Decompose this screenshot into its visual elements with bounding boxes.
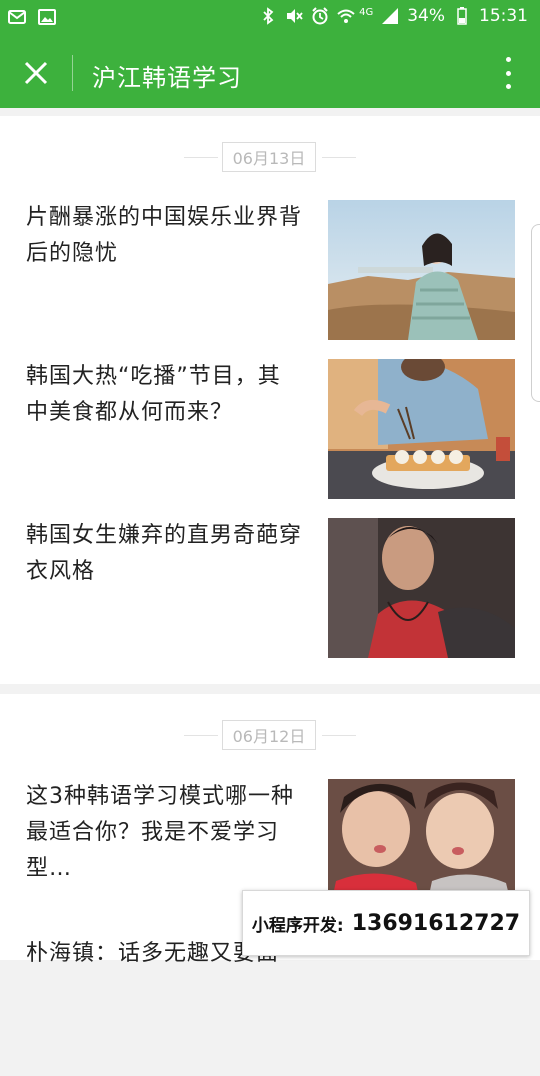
article-item[interactable]: 韩国大热“吃播”节目，其中美食都从何而来？	[0, 359, 540, 499]
article-item[interactable]: 朴海镇：话多无趣又要面	[0, 936, 540, 1076]
signal-icon	[381, 7, 399, 25]
article-title: 片酬暴涨的中国娱乐业界背后的隐忧	[26, 205, 303, 266]
nav-divider	[72, 55, 73, 91]
date-divider	[322, 735, 356, 736]
article-thumbnail	[328, 518, 515, 658]
mute-icon	[285, 7, 303, 25]
article-item[interactable]: 片酬暴涨的中国娱乐业界背后的隐忧	[0, 200, 540, 340]
article-title: 这3种韩语学习模式哪一种最适合你？我是不爱学习型…	[26, 784, 294, 881]
date-row: 06月13日	[0, 142, 540, 174]
article-group-card: 06月13日 片酬暴涨的中国娱乐业界背后的隐忧 韩国大热“吃播”节目，其中美食都…	[0, 116, 540, 684]
nav-bar: 沪江韩语学习	[0, 38, 540, 108]
promo-banner[interactable]: 小程序开发: 13691612727	[242, 890, 530, 956]
network-type-label: 4G	[359, 6, 374, 18]
date-badge: 06月12日	[222, 720, 316, 750]
status-bar: 4G 34% 15:31	[0, 0, 540, 38]
battery-icon	[453, 7, 471, 25]
article-thumbnail	[328, 359, 515, 499]
promo-phone: 13691612727	[351, 910, 521, 936]
page-title: 沪江韩语学习	[92, 64, 242, 92]
battery-percent: 34%	[407, 6, 445, 26]
article-thumbnail	[328, 200, 515, 340]
side-scroll-handle[interactable]	[531, 224, 540, 402]
clock-time: 15:31	[479, 6, 528, 26]
wifi-icon	[337, 7, 355, 25]
close-icon	[24, 61, 48, 85]
image-icon	[38, 8, 56, 26]
article-title: 韩国大热“吃播”节目，其中美食都从何而来？	[26, 364, 281, 425]
bluetooth-icon	[259, 7, 277, 25]
promo-label: 小程序开发:	[251, 915, 344, 936]
date-divider	[184, 157, 218, 158]
date-row: 06月12日	[0, 720, 540, 752]
mail-icon	[8, 8, 26, 26]
article-item[interactable]: 韩国女生嫌弃的直男奇葩穿衣风格	[0, 518, 540, 658]
date-divider	[322, 157, 356, 158]
more-vertical-icon-dot	[505, 57, 511, 62]
more-vertical-icon-dot	[505, 84, 511, 89]
alarm-icon	[311, 7, 329, 25]
article-title: 韩国女生嫌弃的直男奇葩穿衣风格	[26, 523, 303, 584]
more-vertical-icon-dot	[505, 70, 511, 76]
more-button[interactable]	[498, 55, 518, 91]
date-badge: 06月13日	[222, 142, 316, 172]
date-divider	[184, 735, 218, 736]
close-button[interactable]	[18, 55, 54, 91]
